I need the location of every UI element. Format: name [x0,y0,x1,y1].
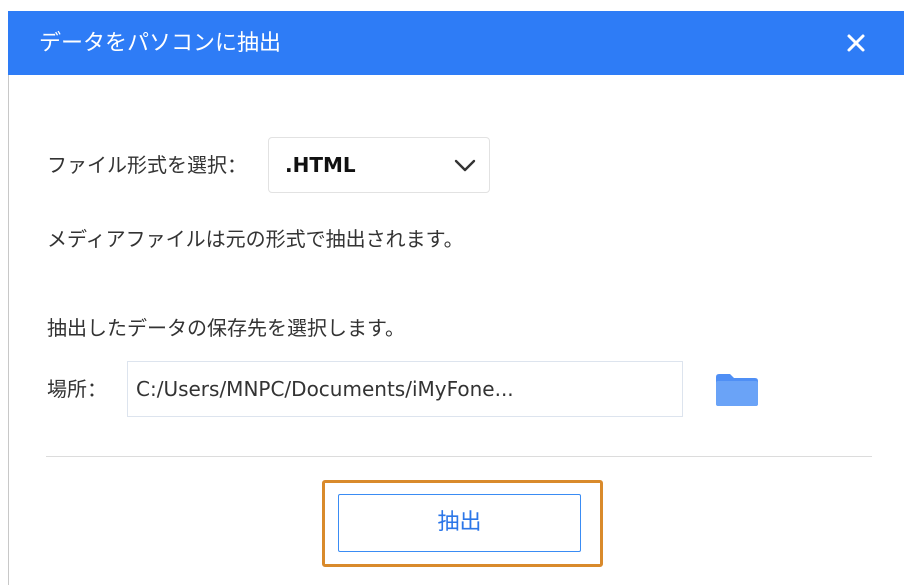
close-button[interactable] [838,25,874,61]
format-label: ファイル形式を選択： [47,153,247,177]
save-path-field[interactable]: C:/Users/MNPC/Documents/iMyFone... [127,361,683,417]
dialog-title: データをパソコンに抽出 [39,31,282,56]
extract-dialog: データをパソコンに抽出 ファイル形式を選択： .HTML メディアファイルは元の… [0,0,904,585]
title-bar: データをパソコンに抽出 [8,11,904,75]
format-dropdown[interactable]: .HTML [268,137,490,193]
save-path-value: C:/Users/MNPC/Documents/iMyFone... [136,377,514,401]
chevron-down-icon [454,159,476,172]
save-location-instruction: 抽出したデータの保存先を選択します。 [47,316,405,340]
location-label: 場所： [47,377,107,401]
extract-button[interactable]: 抽出 [338,494,581,552]
media-format-note: メディアファイルは元の形式で抽出されます。 [47,227,464,251]
folder-icon [716,374,758,406]
dialog-left-border [8,75,9,585]
format-selected-value: .HTML [285,153,356,177]
section-divider [46,456,872,457]
browse-folder-button[interactable] [714,371,760,407]
close-icon [847,34,865,52]
